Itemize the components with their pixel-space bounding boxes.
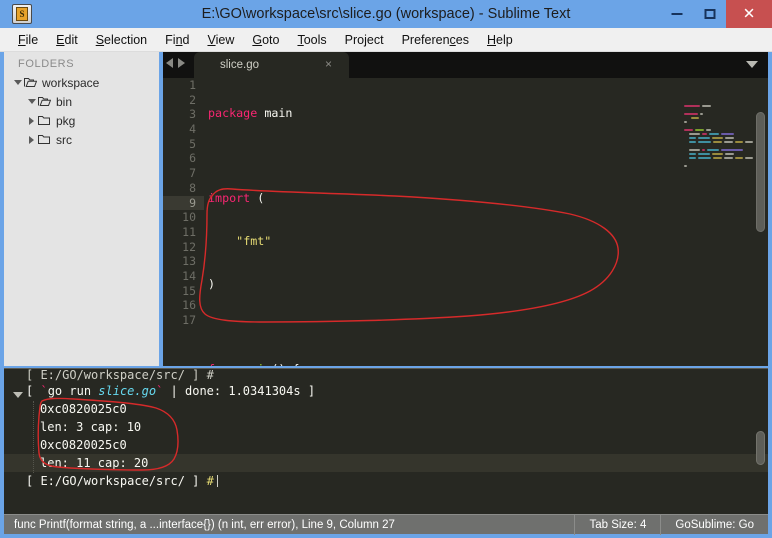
minimize-icon <box>671 13 682 15</box>
tab-nav-arrows <box>166 58 185 68</box>
sidebar-item-bin[interactable]: bin <box>4 92 159 111</box>
menu-bar: File Edit Selection Find View Goto Tools… <box>0 28 772 52</box>
console-line-output-1: 0xc0820025c0 <box>40 402 127 416</box>
menu-item-selection[interactable]: Selection <box>87 31 156 49</box>
chevron-down-icon[interactable] <box>746 61 758 68</box>
console-caret <box>216 475 218 487</box>
tab-slice-go[interactable]: slice.go × <box>194 52 349 78</box>
sidebar-item-label: src <box>56 132 72 147</box>
line-number: 11 <box>182 224 196 239</box>
line-number: 1 <box>189 78 196 92</box>
arrow-right-icon[interactable] <box>178 58 185 68</box>
console-line-output-2: len: 3 cap: 10 <box>40 420 142 434</box>
maximize-button[interactable] <box>693 0 726 28</box>
menu-item-preferences[interactable]: Preferences <box>393 31 478 49</box>
line-number: 15 <box>182 283 196 298</box>
sidebar-title: FOLDERS <box>18 58 75 70</box>
menu-item-tools[interactable]: Tools <box>288 31 335 49</box>
line-number: 17 <box>182 313 196 327</box>
code-line-1: package main <box>208 106 293 120</box>
tab-close-icon[interactable]: × <box>325 57 332 71</box>
console-line-prompt-bottom[interactable]: [ E:/GO/workspace/src/ ] # <box>4 472 768 490</box>
line-number-current: 9 <box>163 195 204 211</box>
folder-open-icon <box>37 96 52 107</box>
triangle-right-icon[interactable] <box>26 116 37 125</box>
editor-pane: slice.go × 1 2 3 4 5 6 7 8 9 10 11 12 13 <box>163 52 768 366</box>
triangle-down-icon[interactable] <box>13 392 23 398</box>
console-scrollbar-thumb[interactable] <box>756 431 765 465</box>
status-tab-size[interactable]: Tab Size: 4 <box>574 514 660 535</box>
console-line-prompt-top: [ E:/GO/workspace/src/ ] # <box>26 368 214 382</box>
folder-icon <box>37 134 52 145</box>
status-bar: func Printf(format string, a ...interfac… <box>4 514 768 535</box>
line-number: 2 <box>189 92 196 107</box>
menu-item-view[interactable]: View <box>198 31 243 49</box>
code-line-5: ) <box>208 276 216 291</box>
close-icon: ✕ <box>742 5 756 23</box>
minimap[interactable] <box>679 104 753 366</box>
sidebar-item-pkg[interactable]: pkg <box>4 111 159 130</box>
tab-bar: slice.go × <box>163 52 768 78</box>
sidebar-item-workspace[interactable]: workspace <box>4 73 159 92</box>
code-line-7: func main() { <box>204 362 714 366</box>
folder-icon <box>37 115 52 126</box>
menu-item-help[interactable]: Help <box>478 31 522 49</box>
sublime-text-window: S E:\GO\workspace\src\slice.go (workspac… <box>0 0 772 538</box>
console-scrollbar[interactable] <box>756 373 765 509</box>
code-area[interactable]: 1 2 3 4 5 6 7 8 9 10 11 12 13 14 15 16 1… <box>163 78 768 366</box>
menu-item-find[interactable]: Find <box>156 31 198 49</box>
window-title: E:\GO\workspace\src\slice.go (workspace)… <box>201 6 571 22</box>
line-number: 14 <box>182 268 196 283</box>
sidebar-item-label: bin <box>56 94 73 109</box>
sidebar-item-label: pkg <box>56 113 76 128</box>
line-number: 3 <box>189 107 196 122</box>
line-number: 12 <box>182 239 196 254</box>
sidebar-item-src[interactable]: src <box>4 130 159 149</box>
arrow-left-icon[interactable] <box>166 58 173 68</box>
minimize-button[interactable] <box>660 0 693 28</box>
menu-item-project[interactable]: Project <box>336 31 393 49</box>
code-line-3: import ( <box>208 191 265 206</box>
sidebar: FOLDERS workspace bin pkg src <box>4 52 159 366</box>
maximize-icon <box>704 9 715 19</box>
line-number: 13 <box>182 254 196 269</box>
menu-item-goto[interactable]: Goto <box>243 31 288 49</box>
triangle-down-icon[interactable] <box>12 80 23 85</box>
line-number: 8 <box>189 180 196 195</box>
line-number: 10 <box>182 210 196 225</box>
console-line-command: [ `go run slice.go` | done: 1.0341304s ] <box>26 384 316 398</box>
editor-scrollbar-thumb[interactable] <box>756 112 765 232</box>
line-number: 5 <box>189 136 196 151</box>
sidebar-item-label: workspace <box>42 75 100 90</box>
code-lines[interactable]: package main import ( "fmt" ) func main(… <box>204 78 714 366</box>
console-panel[interactable]: [ E:/GO/workspace/src/ ] # [ `go run sli… <box>4 368 768 514</box>
close-button[interactable]: ✕ <box>726 0 772 28</box>
console-line-output-4: len: 11 cap: 20 <box>4 454 768 472</box>
tab-label: slice.go <box>220 59 259 71</box>
console-line-output-3: 0xc0820025c0 <box>40 438 127 452</box>
line-number: 16 <box>182 298 196 313</box>
line-number-gutter: 1 2 3 4 5 6 7 8 9 10 11 12 13 14 15 16 1… <box>163 78 204 366</box>
line-number: 6 <box>189 151 196 166</box>
code-line-4: "fmt" <box>236 234 272 249</box>
editor-scrollbar[interactable] <box>756 110 765 366</box>
line-number: 4 <box>189 122 196 137</box>
folder-open-icon <box>23 77 38 88</box>
console-indent-guide <box>33 401 35 473</box>
title-bar: S E:\GO\workspace\src\slice.go (workspac… <box>0 0 772 28</box>
status-syntax[interactable]: GoSublime: Go <box>660 514 768 535</box>
status-message: func Printf(format string, a ...interfac… <box>14 518 395 531</box>
menu-item-edit[interactable]: Edit <box>47 31 87 49</box>
window-controls: ✕ <box>660 0 772 28</box>
triangle-right-icon[interactable] <box>26 135 37 144</box>
triangle-down-icon[interactable] <box>26 99 37 104</box>
line-number: 7 <box>189 166 196 181</box>
menu-item-file[interactable]: File <box>9 31 47 49</box>
